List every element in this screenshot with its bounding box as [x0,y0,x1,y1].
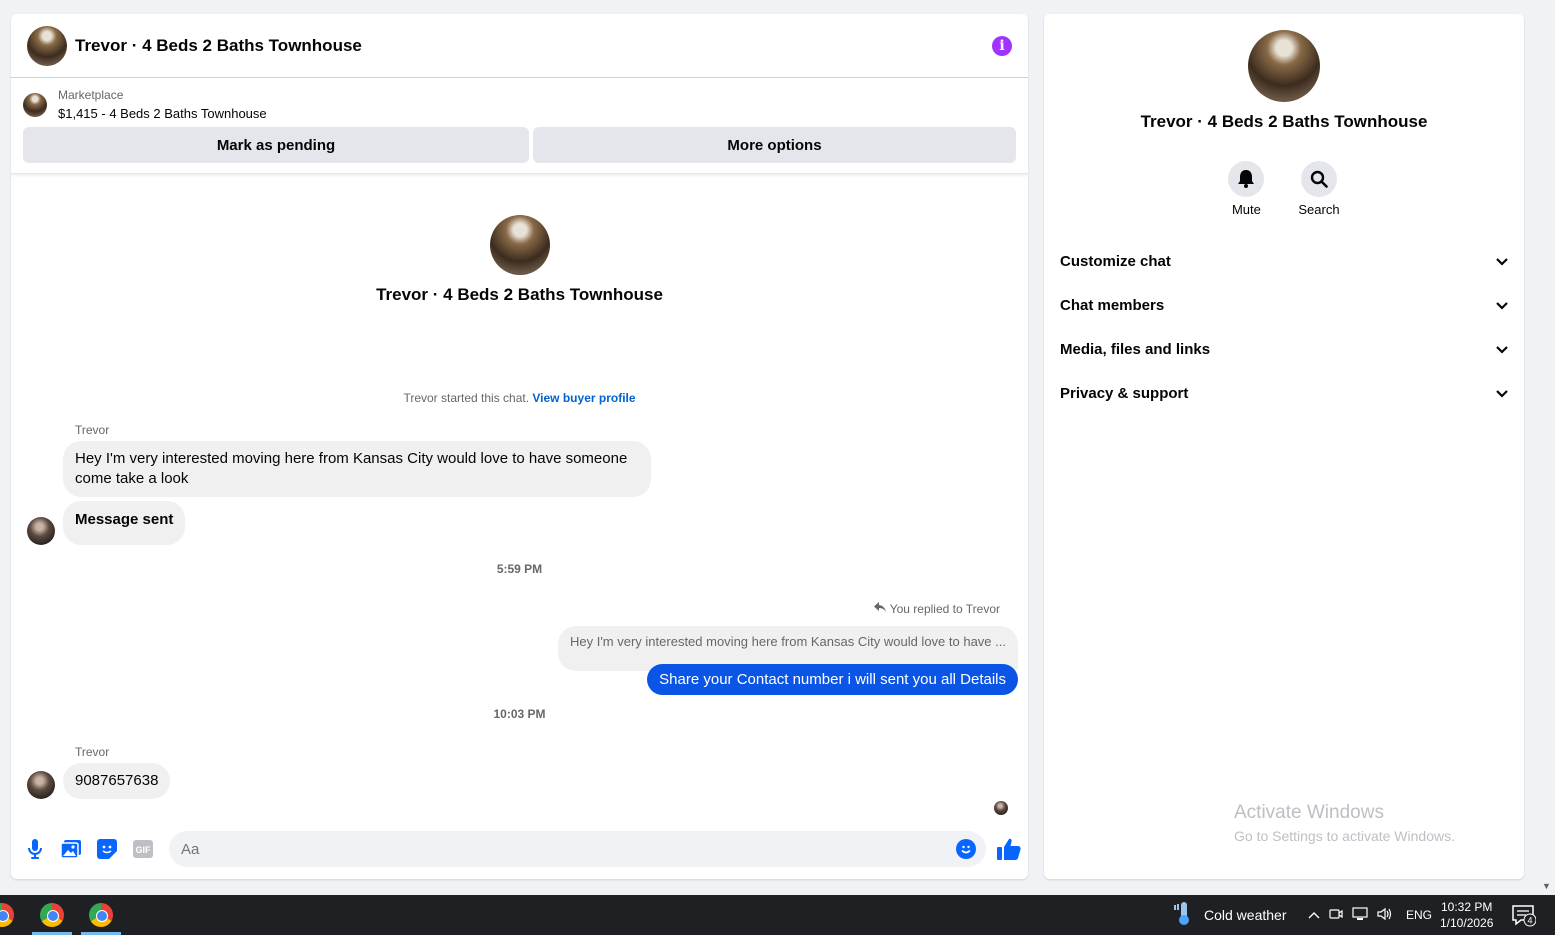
listing-thumbnail[interactable] [23,92,47,117]
chevron-down-icon [1496,341,1508,358]
chat-title[interactable]: Trevor · 4 Beds 2 Baths Townhouse [75,36,362,56]
listing-buttons: Mark as pending More options [23,127,1016,163]
message-row: Hey I'm very interested moving here from… [27,441,651,497]
mark-as-pending-button[interactable]: Mark as pending [23,127,529,163]
message-row: Message sent [27,501,651,545]
details-actions: Mute Search [1044,161,1524,217]
watermark-title: Activate Windows [1234,802,1384,823]
composer-input-wrap [167,831,986,867]
seen-indicator-avatar [994,801,1008,815]
thermometer-icon [1172,901,1194,929]
gif-icon[interactable]: GIF [131,837,155,861]
volume-icon[interactable] [1377,907,1393,924]
message-bubble[interactable]: 9087657638 [63,763,171,799]
listing-text: Marketplace $1,415 - 4 Beds 2 Baths Town… [58,88,267,121]
clock-time: 10:32 PM [1441,900,1493,914]
listing-source: Marketplace [58,88,124,102]
reply-block: You replied to Trevor Hey I'm very inter… [557,602,1018,695]
network-icon[interactable] [1352,906,1368,924]
clock[interactable]: 10:32 PM 1/10/2026 [1440,899,1493,931]
activate-windows-watermark: Activate Windows Go to Settings to activ… [1234,802,1455,844]
scrollbar-down-arrow[interactable]: ▼ [1542,881,1551,891]
started-text: Trevor started this chat. [403,391,530,405]
message-row: 9087657638 [27,763,171,799]
chevron-up-icon[interactable] [1308,908,1320,922]
timestamp: 5:59 PM [496,562,543,576]
sticker-icon[interactable] [95,837,119,861]
search-icon[interactable] [1300,161,1337,197]
chevron-down-icon [1496,385,1508,402]
sender-name: Trevor [75,423,110,437]
message-input[interactable] [169,831,986,867]
section-label: Privacy & support [1060,384,1189,402]
weather-widget[interactable]: Cold weather [1172,895,1287,935]
section-label: Media, files and links [1060,340,1211,358]
photo-icon[interactable] [59,837,83,861]
message-sent-bubble[interactable]: Message sent [63,501,186,545]
section-customize-chat[interactable]: Customize chat [1044,239,1524,283]
chat-avatar[interactable] [27,25,67,66]
clock-date: 1/10/2026 [1440,916,1494,930]
thumbs-up-icon[interactable] [996,836,1022,862]
chrome-app-icon[interactable] [0,903,14,927]
chevron-down-icon [1496,253,1508,270]
chrome-app-icon[interactable] [40,903,64,927]
chat-header: Trevor · 4 Beds 2 Baths Townhouse i [11,14,1028,78]
more-options-button[interactable]: More options [533,127,1016,163]
details-title: Trevor · 4 Beds 2 Baths Townhouse [1140,112,1428,131]
watermark-subtitle: Go to Settings to activate Windows. [1234,828,1455,844]
notification-count: 4 [1527,916,1532,926]
details-avatar[interactable] [1248,30,1320,102]
chrome-app-icon[interactable] [89,903,113,927]
message-group-trevor-2: Trevor 9087657638 [27,745,171,799]
chat-panel: Trevor · 4 Beds 2 Baths Townhouse i Mark… [11,14,1028,879]
sent-message-bubble[interactable]: Share your Contact number i will sent yo… [647,664,1018,695]
notification-icon[interactable]: 4 [1512,905,1537,932]
details-header: Trevor · 4 Beds 2 Baths Townhouse [1044,14,1524,132]
section-chat-members[interactable]: Chat members [1044,283,1524,327]
search-label: Search [1298,202,1340,217]
language-indicator[interactable]: ENG [1406,908,1432,922]
reply-label-text: You replied to Trevor [889,602,1000,616]
view-buyer-profile-link[interactable]: View buyer profile [532,391,635,405]
mute-button[interactable]: Mute [1228,161,1265,217]
details-sections: Customize chat Chat members Media, files… [1044,239,1524,415]
chat-started-notice: Trevor started this chat. View buyer pro… [11,391,1028,405]
composer: GIF [11,828,1028,870]
section-label: Customize chat [1060,252,1171,270]
microphone-icon[interactable] [23,837,47,861]
reply-label: You replied to Trevor [558,602,1000,616]
listing-description[interactable]: $1,415 - 4 Beds 2 Baths Townhouse [58,106,267,121]
trevor-avatar[interactable] [27,771,55,799]
mute-label: Mute [1231,202,1261,217]
weather-label: Cold weather [1204,907,1287,923]
info-icon[interactable]: i [992,35,1012,56]
trevor-avatar[interactable] [27,517,55,545]
chevron-down-icon [1496,297,1508,314]
search-button[interactable]: Search [1298,161,1340,217]
intro-avatar[interactable] [489,215,550,275]
svg-text:GIF: GIF [136,845,152,855]
intro-title: Trevor · 4 Beds 2 Baths Townhouse [376,285,663,304]
listing-card: Marketplace $1,415 - 4 Beds 2 Baths Town… [11,78,1028,174]
message-bubble[interactable]: Hey I'm very interested moving here from… [63,441,651,497]
taskbar: Cold weather ENG 10:32 PM 1/10/2026 4 [0,895,1555,935]
details-panel: Trevor · 4 Beds 2 Baths Townhouse Mute S… [1044,14,1524,879]
chat-intro: Trevor · 4 Beds 2 Baths Townhouse [11,215,1028,305]
section-label: Chat members [1060,296,1165,314]
listing-row[interactable]: Marketplace $1,415 - 4 Beds 2 Baths Town… [23,88,1016,121]
emoji-icon[interactable] [956,839,976,859]
meet-now-icon[interactable] [1329,907,1343,924]
system-tray: ENG [1308,895,1432,935]
bell-icon[interactable] [1228,161,1265,197]
section-privacy-support[interactable]: Privacy & support [1044,371,1524,415]
message-group-trevor-1: Trevor Hey I'm very interested moving he… [27,423,651,545]
reply-arrow-icon [873,602,886,616]
section-media-files-links[interactable]: Media, files and links [1044,327,1524,371]
sender-name: Trevor [75,745,110,759]
timestamp: 10:03 PM [493,707,546,721]
